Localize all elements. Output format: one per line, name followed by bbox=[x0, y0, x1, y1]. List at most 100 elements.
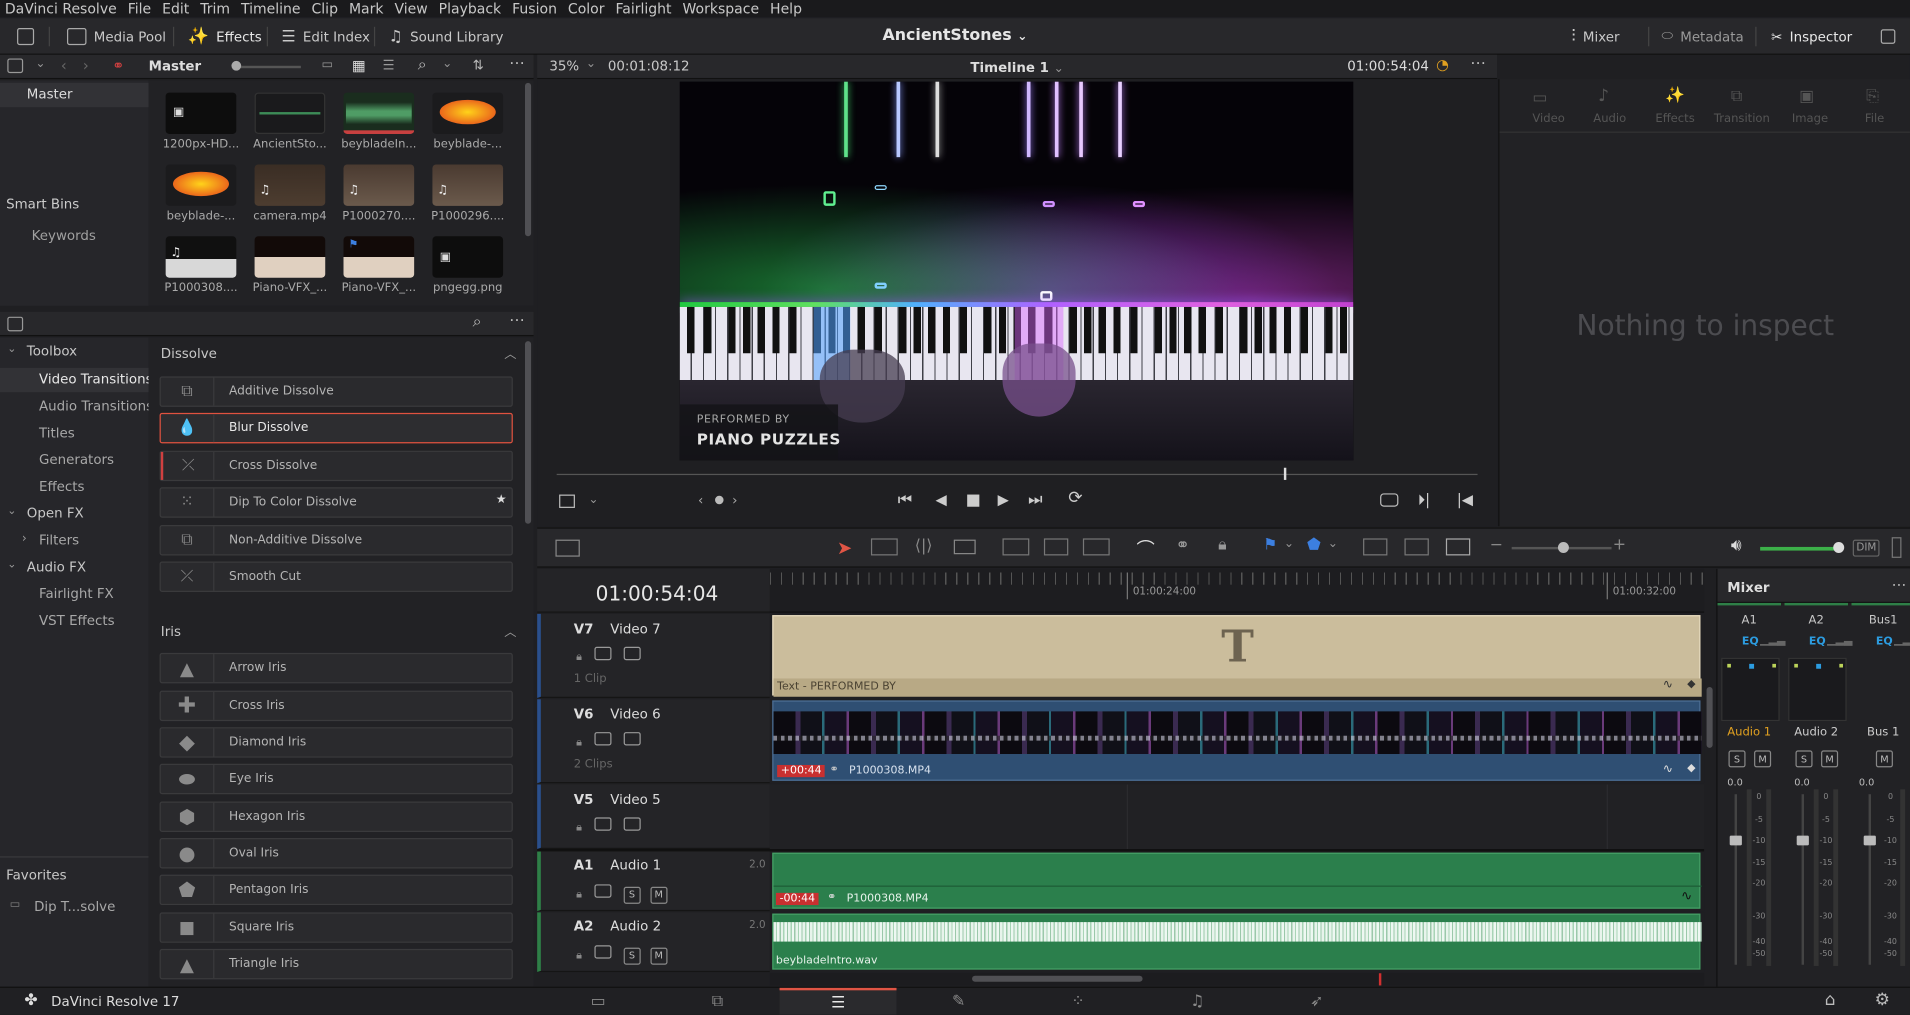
menu-help[interactable]: Help bbox=[770, 0, 802, 17]
solo-button[interactable]: S bbox=[623, 947, 641, 965]
track-enable-icon[interactable] bbox=[623, 817, 641, 831]
zoom-full-icon[interactable] bbox=[1363, 538, 1388, 556]
page-color-icon[interactable]: ⁘ bbox=[1020, 988, 1137, 1015]
mute-button[interactable]: M bbox=[650, 886, 668, 904]
track-name[interactable]: Audio 2 bbox=[610, 918, 661, 934]
speaker-icon[interactable]: 🔊︎ bbox=[1731, 536, 1742, 555]
media-pool-scrollbar[interactable] bbox=[525, 82, 532, 237]
blade-tool-icon[interactable] bbox=[953, 539, 976, 555]
page-fairlight-icon[interactable]: ♫ bbox=[1139, 988, 1256, 1015]
track-name[interactable]: Video 6 bbox=[610, 706, 660, 722]
track-enable-icon[interactable] bbox=[623, 646, 641, 661]
lock-icon[interactable]: 🔒︎ bbox=[576, 822, 582, 834]
mute-button[interactable]: M bbox=[1821, 750, 1839, 768]
more-options-icon[interactable]: ⋯ bbox=[509, 312, 525, 330]
flag-icon[interactable]: ⚑ bbox=[1263, 536, 1277, 554]
clip-thumb[interactable]: ♫ bbox=[343, 164, 415, 206]
page-deliver-icon[interactable]: ➶ bbox=[1258, 988, 1375, 1015]
sound-library-button[interactable]: ♫ Sound Library bbox=[389, 18, 504, 55]
master-volume-slider[interactable] bbox=[1760, 546, 1839, 551]
dynamic-trim-icon[interactable]: ⟨|⟩ bbox=[915, 537, 933, 555]
eq-button[interactable]: EQ bbox=[1876, 636, 1893, 648]
clip-thumb[interactable] bbox=[343, 92, 415, 134]
jog-dot[interactable] bbox=[715, 495, 724, 505]
clip-thumb[interactable]: ⚑ bbox=[343, 236, 415, 278]
menu-color[interactable]: Color bbox=[568, 0, 605, 17]
clip-thumb[interactable]: ♫ bbox=[254, 164, 326, 206]
audio-clip[interactable]: -00:44 ⚭ P1000308.MP4 ∿ bbox=[772, 852, 1702, 909]
track-header-v7[interactable]: V7 Video 7 🔒︎ 1 Clip bbox=[537, 613, 770, 698]
chevron-down-icon[interactable]: ⌄ bbox=[35, 57, 45, 70]
lock-icon[interactable]: 🔒︎ bbox=[1218, 536, 1226, 554]
color-wheel-icon[interactable]: ◔ bbox=[1436, 56, 1449, 73]
sidebar-toggle-icon[interactable] bbox=[7, 316, 24, 332]
tree-titles[interactable]: Titles bbox=[39, 425, 75, 441]
mute-button[interactable]: M bbox=[1875, 750, 1893, 768]
timeline-v-scroll[interactable] bbox=[1706, 687, 1713, 748]
menu-file[interactable]: File bbox=[128, 0, 151, 17]
timeline-h-scroll[interactable] bbox=[769, 973, 1705, 986]
fader-bus1[interactable] bbox=[1863, 835, 1876, 846]
more-options-icon[interactable]: ⋯ bbox=[1470, 55, 1486, 73]
solo-button[interactable]: S bbox=[623, 886, 641, 904]
play-reverse-icon[interactable]: ◀ bbox=[936, 491, 947, 508]
dim-button[interactable]: DIM bbox=[1852, 539, 1881, 557]
match-frame-icon[interactable] bbox=[1380, 493, 1399, 507]
mixer-button[interactable]: ⫶ Mixer bbox=[1571, 18, 1619, 55]
edit-index-button[interactable]: ☰ Edit Index bbox=[281, 18, 370, 55]
mute-button[interactable]: M bbox=[1754, 750, 1772, 768]
track-enable-icon[interactable] bbox=[623, 732, 641, 746]
track-header-a1[interactable]: A1 Audio 1 2.0 🔒︎ S M bbox=[537, 851, 770, 912]
viewer-scrubber[interactable] bbox=[556, 473, 1478, 476]
inspector-button[interactable]: ✂ Inspector bbox=[1771, 18, 1852, 55]
replace-clip-icon[interactable] bbox=[1082, 538, 1110, 556]
auto-select-icon[interactable] bbox=[594, 817, 612, 831]
thumbnail-view-icon[interactable]: ▦ bbox=[352, 57, 366, 74]
list-view-icon[interactable]: ☰ bbox=[382, 57, 394, 73]
auto-select-icon[interactable] bbox=[594, 732, 612, 746]
keyframe-icon[interactable]: ◆ bbox=[1687, 678, 1695, 690]
link-icon[interactable]: ⚭ bbox=[112, 57, 124, 74]
zoom-slider-handle[interactable] bbox=[1557, 542, 1569, 554]
menu-workspace[interactable]: Workspace bbox=[682, 0, 759, 17]
track-name[interactable]: Video 5 bbox=[610, 792, 660, 808]
fx-diamond-iris[interactable]: ◆ Diamond Iris bbox=[159, 727, 513, 758]
lock-icon[interactable]: 🔒︎ bbox=[576, 950, 582, 962]
zoom-custom-icon[interactable] bbox=[1445, 538, 1471, 556]
curve-icon[interactable]: ∿ bbox=[1663, 678, 1673, 691]
pan-control[interactable] bbox=[1721, 657, 1780, 722]
sort-icon[interactable]: ⇅ bbox=[473, 57, 484, 73]
viewer-mode-icon[interactable] bbox=[559, 494, 575, 508]
play-icon[interactable]: ▶ bbox=[998, 491, 1009, 508]
keyframe-icon[interactable]: ◆ bbox=[1687, 763, 1695, 775]
tab-image[interactable]: Image bbox=[1792, 112, 1828, 125]
fader-a1[interactable] bbox=[1729, 835, 1742, 846]
chevron-down-icon[interactable]: ⌄ bbox=[1328, 537, 1338, 550]
metadata-view-icon[interactable]: ▭ bbox=[322, 58, 334, 71]
curve-icon[interactable]: ∿ bbox=[1663, 763, 1673, 776]
loop-icon[interactable]: ⟳ bbox=[1068, 488, 1082, 507]
curve-icon[interactable]: ∿ bbox=[1681, 888, 1692, 904]
menu-mark[interactable]: Mark bbox=[349, 0, 384, 17]
page-fusion-icon[interactable]: ✎ bbox=[900, 988, 1017, 1015]
lock-icon[interactable]: 🔒︎ bbox=[576, 889, 582, 901]
solo-button[interactable]: S bbox=[1728, 750, 1746, 768]
back-icon[interactable]: ‹ bbox=[61, 57, 67, 74]
slider-handle[interactable] bbox=[231, 60, 242, 71]
search-icon[interactable]: ⌕ bbox=[473, 313, 482, 331]
more-options-icon[interactable]: ⋯ bbox=[1892, 576, 1907, 593]
next-icon[interactable]: › bbox=[732, 492, 737, 508]
tree-filters[interactable]: Filters bbox=[39, 532, 79, 548]
tree-effects[interactable]: Effects bbox=[39, 479, 85, 495]
timeline-ruler[interactable]: 01:00:24:00 01:00:32:00 bbox=[769, 568, 1705, 613]
fx-cross-dissolve[interactable]: ⤫ Cross Dissolve bbox=[159, 450, 513, 482]
clip-thumb[interactable] bbox=[254, 92, 326, 134]
tree-generators[interactable]: Generators bbox=[39, 452, 114, 468]
audio-clip[interactable]: beybladeIntro.wav bbox=[772, 913, 1702, 970]
solo-button[interactable]: S bbox=[1795, 750, 1813, 768]
marker-icon[interactable]: ⬟ bbox=[1307, 536, 1321, 554]
tree-audio-transitions[interactable]: Audio Transitions bbox=[39, 398, 153, 414]
title-clip[interactable]: T Text - PERFORMED BY ∿ ◆ bbox=[772, 615, 1702, 697]
expand-icon[interactable] bbox=[1880, 18, 1896, 55]
prev-edit-icon[interactable]: |◀ bbox=[1457, 491, 1473, 508]
